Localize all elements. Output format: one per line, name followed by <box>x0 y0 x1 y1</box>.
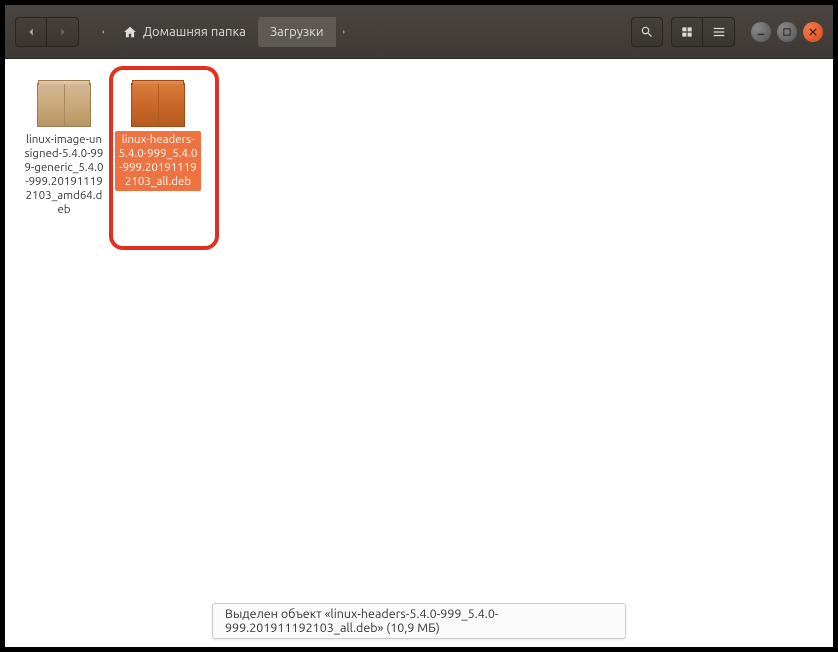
back-button[interactable] <box>15 17 47 47</box>
file-grid[interactable]: linux-image-unsigned-5.4.0-999-generic_5… <box>5 59 833 647</box>
status-bar: Выделен объект «linux-headers-5.4.0-999_… <box>212 603 626 639</box>
close-button[interactable] <box>803 22 823 42</box>
status-text: Выделен объект «linux-headers-5.4.0-999_… <box>225 607 498 635</box>
grid-view-button[interactable] <box>671 17 703 47</box>
nav-buttons <box>15 17 79 47</box>
minimize-icon <box>757 28 765 36</box>
file-label: linux-image-unsigned-5.4.0-999-generic_5… <box>21 131 107 219</box>
path-chevron-right[interactable] <box>336 17 352 47</box>
package-icon-selected <box>131 79 185 127</box>
file-item-selected[interactable]: linux-headers-5.4.0-999_5.4.0-999.201911… <box>111 75 205 195</box>
chevron-right-icon <box>56 25 70 39</box>
close-icon <box>809 28 817 36</box>
breadcrumb-home-label: Домашняя папка <box>143 25 246 39</box>
package-icon <box>37 79 91 127</box>
content-wrapper: linux-image-unsigned-5.4.0-999-generic_5… <box>5 59 833 647</box>
maximize-icon <box>783 28 791 36</box>
search-button[interactable] <box>631 17 663 47</box>
breadcrumb-current-label: Загрузки <box>270 25 324 39</box>
breadcrumb-home[interactable]: Домашняя папка <box>111 17 258 47</box>
window-controls <box>751 22 823 42</box>
home-icon <box>123 25 137 39</box>
path-chevron-left[interactable] <box>95 17 111 47</box>
list-view-button[interactable] <box>703 17 735 47</box>
file-item[interactable]: linux-image-unsigned-5.4.0-999-generic_5… <box>17 75 111 223</box>
chevron-left-icon <box>24 25 38 39</box>
toolbar: Домашняя папка Загрузки <box>5 5 833 59</box>
view-toggle <box>671 17 735 47</box>
grid-icon <box>680 25 694 39</box>
path-bar: Домашняя папка Загрузки <box>95 17 625 47</box>
file-label-selected: linux-headers-5.4.0-999_5.4.0-999.201911… <box>115 131 201 191</box>
breadcrumb-current[interactable]: Загрузки <box>258 17 336 47</box>
search-icon <box>640 25 654 39</box>
list-icon <box>712 25 726 39</box>
forward-button[interactable] <box>47 17 79 47</box>
minimize-button[interactable] <box>751 22 771 42</box>
file-manager-window: Домашняя папка Загрузки <box>0 0 838 652</box>
right-controls <box>631 17 823 47</box>
maximize-button[interactable] <box>777 22 797 42</box>
